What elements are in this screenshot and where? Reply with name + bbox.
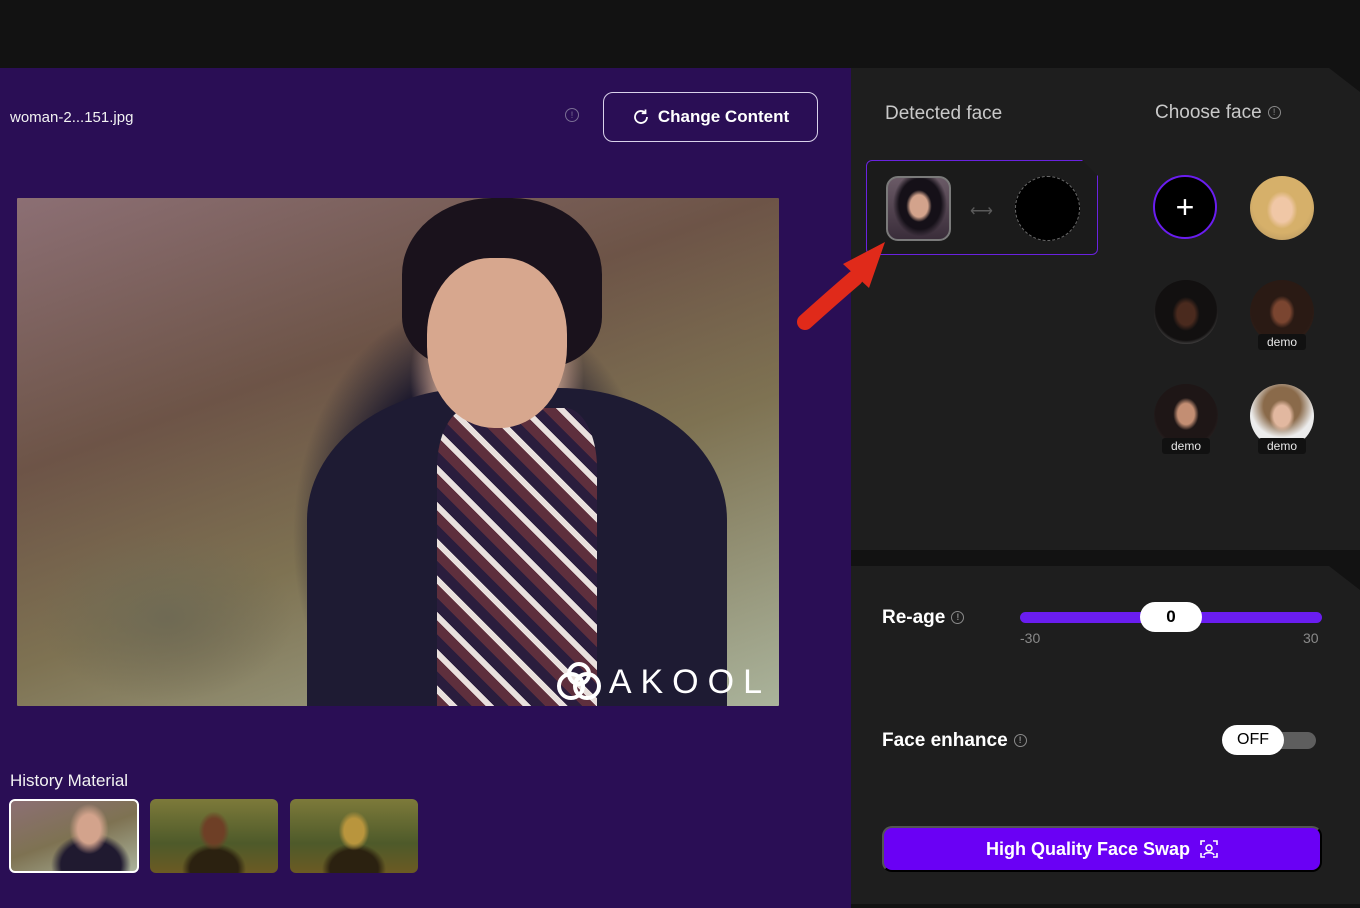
choose-face-title: Choose face <box>1155 102 1262 123</box>
info-icon[interactable]: ! <box>1013 734 1027 748</box>
image-face <box>427 258 567 428</box>
choose-face-heading: Choose face! <box>1155 102 1281 124</box>
demo-badge: demo <box>1162 438 1210 454</box>
reage-slider-thumb[interactable]: 0 <box>1140 602 1202 632</box>
add-face-button[interactable]: + <box>1153 175 1217 239</box>
refresh-icon <box>633 109 648 124</box>
red-arrow-icon <box>797 242 885 330</box>
reage-label: Re-age <box>882 607 946 628</box>
akool-logo-icon <box>556 662 601 700</box>
hq-swap-label: High Quality Face Swap <box>985 838 1191 859</box>
history-title: History Material <box>10 771 129 790</box>
info-icon[interactable]: ! <box>951 611 965 625</box>
history-thumb-woman[interactable] <box>9 799 139 873</box>
file-name: woman-2...151.jpg <box>10 109 134 126</box>
editor-panel: woman-2...151.jpg ! Change Content AKOOL… <box>0 68 851 908</box>
change-content-label: Change Content <box>657 107 790 126</box>
reage-min-label: -30 <box>1020 630 1041 646</box>
face-option-blonde[interactable] <box>1250 176 1314 240</box>
detected-face-thumb[interactable] <box>886 176 951 241</box>
detected-face-pair[interactable]: ⟷ <box>866 160 1098 255</box>
high-quality-face-swap-button[interactable]: High Quality Face Swap <box>882 826 1322 872</box>
detected-face-title: Detected face <box>885 103 1003 124</box>
history-thumb-mona-lisa-swapped[interactable] <box>150 799 278 873</box>
history-thumb-mona-lisa[interactable] <box>290 799 418 873</box>
watermark-logo: AKOOL <box>555 662 771 702</box>
toggle-state: OFF <box>1222 725 1284 755</box>
face-option-curly[interactable] <box>1154 280 1218 344</box>
plus-icon: + <box>1175 188 1195 225</box>
change-content-button[interactable]: Change Content <box>603 92 818 142</box>
info-icon[interactable]: ! <box>565 108 579 122</box>
double-arrow-icon: ⟷ <box>970 203 993 220</box>
face-enhance-heading: Face enhance! <box>882 730 1027 752</box>
preview-image: AKOOL <box>17 198 779 706</box>
watermark-text: AKOOL <box>608 662 771 701</box>
target-face-slot[interactable] <box>1015 176 1080 241</box>
face-enhance-label: Face enhance <box>882 730 1008 751</box>
demo-badge: demo <box>1258 438 1306 454</box>
info-icon[interactable]: ! <box>1267 106 1281 120</box>
face-panel: Detected face Choose face! ⟷ + demo demo… <box>851 68 1360 550</box>
face-scan-icon <box>1200 840 1218 858</box>
demo-badge: demo <box>1258 334 1306 350</box>
settings-panel: Re-age! 0 -30 30 Face enhance! OFF High … <box>851 566 1360 904</box>
face-enhance-toggle[interactable]: OFF <box>1222 725 1316 755</box>
reage-heading: Re-age! <box>882 607 965 629</box>
top-bar <box>0 0 1360 68</box>
reage-max-label: 30 <box>1303 630 1319 646</box>
